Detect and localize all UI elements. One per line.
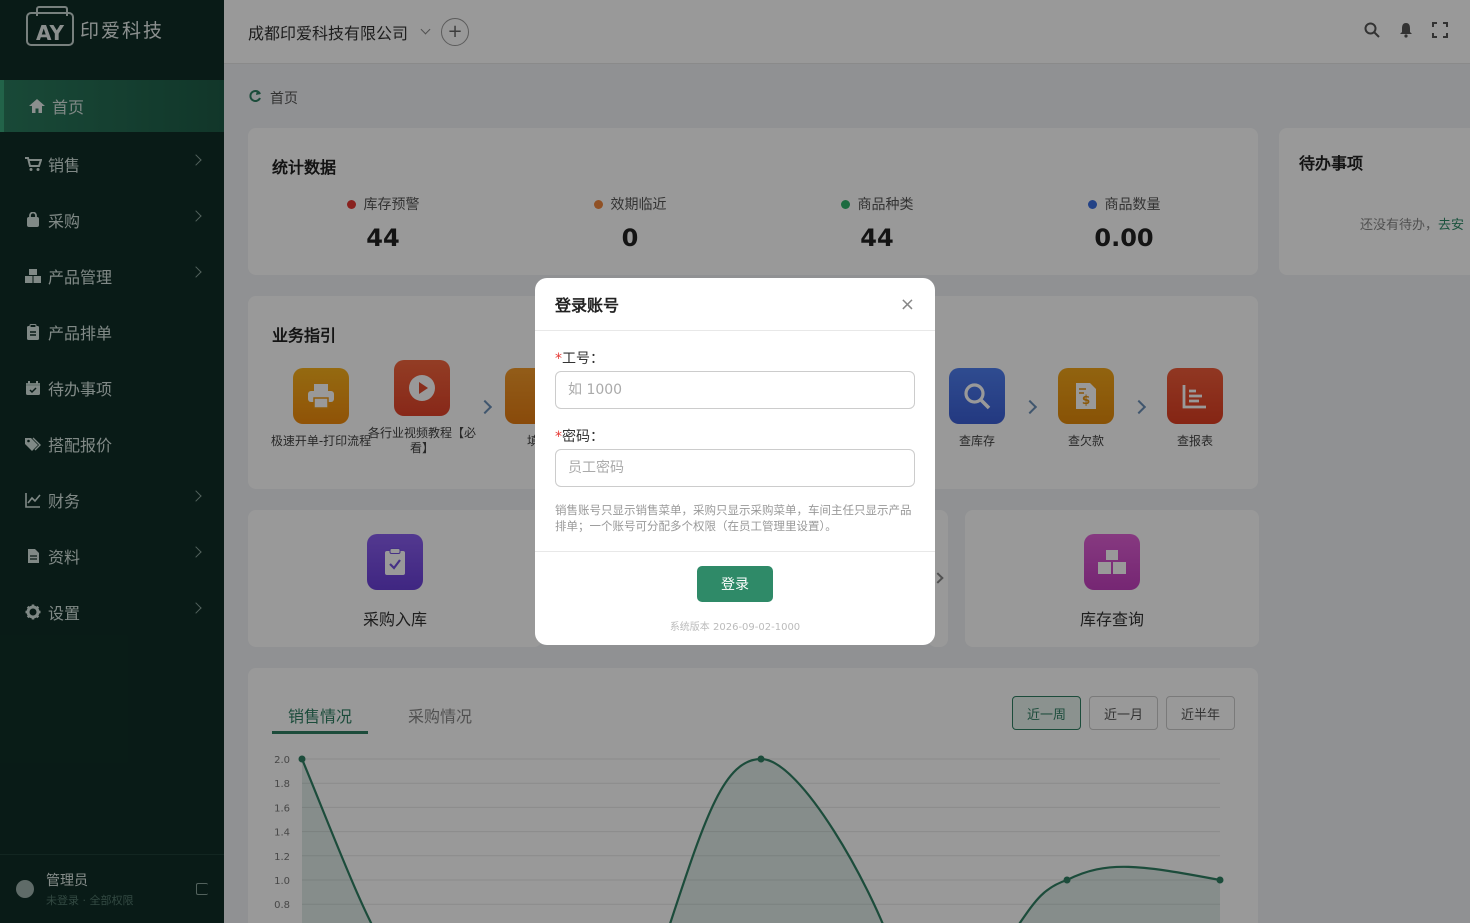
modal-title: 登录账号 <box>555 296 620 315</box>
version-text: 系统版本 2026-09-02-1000 <box>669 622 801 633</box>
employee-id-input[interactable] <box>555 371 915 409</box>
password-label: *密码： <box>555 429 604 445</box>
password-label-text: 密码： <box>562 429 604 445</box>
employee-id-label: *工号： <box>555 351 604 367</box>
login-button[interactable]: 登录 <box>697 566 773 602</box>
login-modal: 登录账号 × *工号： *密码： 销售账号只显示销售菜单，采购只显示采购菜单，车… <box>535 278 935 645</box>
modal-header: 登录账号 × <box>535 278 935 331</box>
password-input[interactable] <box>555 449 915 487</box>
employee-id-label-text: 工号： <box>562 351 604 367</box>
close-icon[interactable]: × <box>900 296 915 314</box>
permission-hint: 销售账号只显示销售菜单，采购只显示采购菜单，车间主任只显示产品排单；一个账号可分… <box>555 503 912 533</box>
modal-footer-divider <box>535 551 935 552</box>
